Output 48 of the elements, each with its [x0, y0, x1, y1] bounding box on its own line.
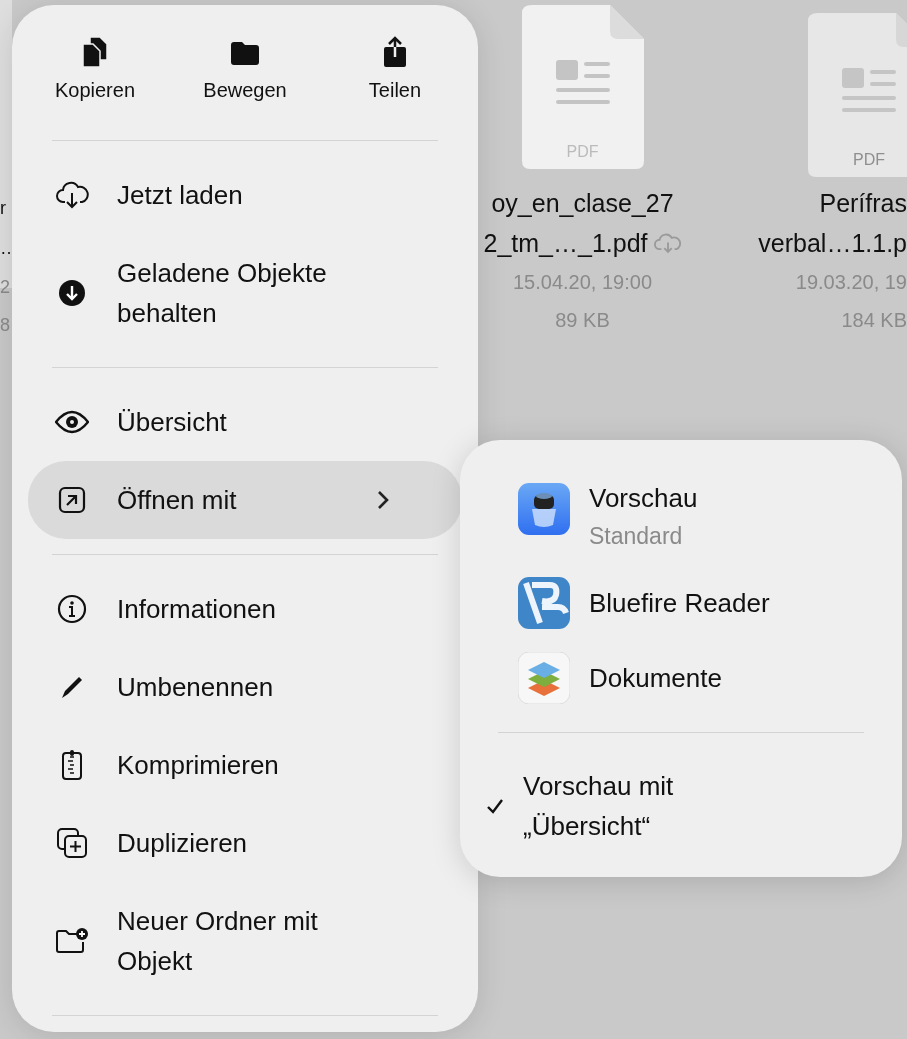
- app-name: Bluefire Reader: [589, 586, 770, 620]
- file-date: 19.03.20, 19: [795, 270, 907, 295]
- file-size: 8: [0, 314, 10, 337]
- app-subtitle: Standard: [589, 522, 684, 551]
- cloud-icon: [653, 232, 682, 254]
- app-item[interactable]: Dokumente: [460, 640, 902, 715]
- menu-item-label: Komprimieren: [117, 749, 280, 782]
- info-icon: [55, 592, 89, 626]
- action-button[interactable]: Kopieren: [20, 35, 170, 115]
- menu-item[interactable]: Neuer Ordner mit Objekt: [28, 882, 462, 1000]
- menu-item[interactable]: Umbenennen: [28, 648, 462, 726]
- file-name: oy_en_clase_27: [491, 188, 674, 219]
- file-size: 184 KB: [841, 308, 907, 333]
- menu-item-label: Informationen: [117, 593, 277, 626]
- menu-item[interactable]: Komprimieren: [28, 726, 462, 804]
- file-name: r: [0, 197, 6, 220]
- menu-item-label: Jetzt laden: [117, 179, 244, 212]
- menu-item-label: Geladene Objekte behalten: [117, 257, 328, 330]
- copy-icon: [80, 35, 110, 69]
- action-button[interactable]: Bewegen: [170, 35, 320, 115]
- menu-item[interactable]: Duplizieren: [28, 804, 462, 882]
- app-name: Dokumente: [589, 661, 722, 695]
- app-item[interactable]: Vorschau Standard: [460, 477, 902, 557]
- duplicate-icon: [55, 826, 89, 860]
- menu-option[interactable]: Vorschau mit „Übersicht“: [460, 733, 902, 846]
- menu-item-label: Duplizieren: [117, 827, 249, 860]
- layers-app-icon: [518, 651, 570, 704]
- menu-item-label: Übersicht: [117, 406, 228, 439]
- app-item[interactable]: Bluefire Reader: [460, 565, 902, 640]
- menu-item[interactable]: Jetzt laden: [28, 156, 462, 234]
- file-name: 2_tm_…_1.pdf: [483, 223, 682, 263]
- file-date: 15.04.20, 19:00: [513, 270, 652, 295]
- option-label: Vorschau mit „Übersicht“: [523, 770, 675, 843]
- file-name: verbal…1.1.p: [758, 228, 907, 259]
- file-size: 89 KB: [555, 308, 610, 333]
- reader-app-icon: [518, 576, 570, 629]
- file-date: 2: [0, 276, 10, 299]
- menu-item-label: Umbenennen: [117, 671, 275, 704]
- action-button[interactable]: Teilen: [320, 35, 470, 115]
- menu-item[interactable]: Übersicht: [28, 383, 462, 461]
- app-name: Vorschau: [589, 482, 698, 515]
- menu-item[interactable]: Informationen: [28, 570, 462, 648]
- menu-item-label: Öffnen mit: [117, 484, 238, 517]
- file-name: Perífras: [819, 188, 907, 219]
- menu-item[interactable]: Geladene Objekte behalten: [28, 234, 462, 352]
- menu-item-label: Neuer Ordner mit Objekt: [117, 905, 319, 978]
- menu-item[interactable]: Öffnen mit: [28, 461, 462, 539]
- magnifier-app-icon: [518, 483, 570, 535]
